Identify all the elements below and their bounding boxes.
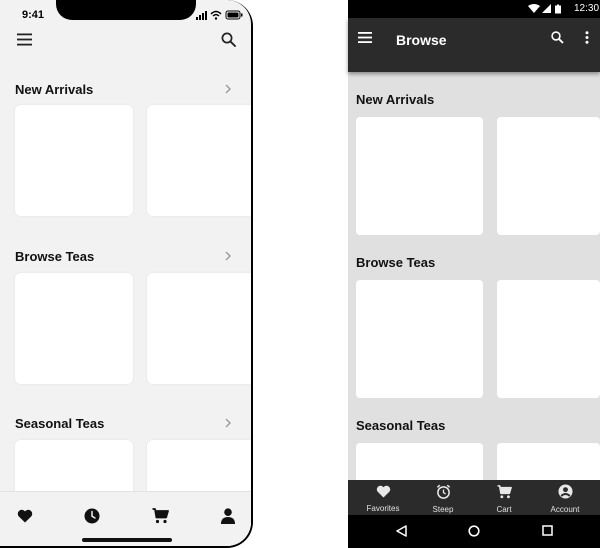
android-status-time: 12:30 — [574, 3, 600, 14]
cart-icon — [497, 485, 512, 499]
cart-icon[interactable] — [152, 508, 169, 524]
heart-icon[interactable] — [17, 509, 33, 523]
battery-icon — [555, 4, 561, 14]
ios-card[interactable] — [15, 105, 133, 216]
android-card[interactable] — [356, 280, 483, 398]
ios-status-time: 9:41 — [22, 9, 45, 21]
ios-card[interactable] — [147, 273, 251, 384]
android-card[interactable] — [356, 443, 483, 483]
search-icon[interactable] — [221, 32, 236, 47]
bottom-nav-label: Cart — [496, 505, 512, 514]
home-indicator[interactable] — [82, 538, 172, 542]
android-section-title-browse-teas: Browse Teas — [356, 255, 436, 270]
bottom-nav-steep[interactable]: Steep — [413, 480, 473, 515]
person-icon[interactable] — [221, 508, 235, 524]
ios-section-title-browse-teas: Browse Teas — [15, 249, 95, 264]
account-icon — [557, 484, 573, 499]
android-card[interactable] — [497, 117, 600, 235]
ios-card[interactable] — [15, 273, 133, 384]
search-icon[interactable] — [551, 31, 564, 44]
battery-icon — [225, 10, 243, 20]
recents-icon[interactable] — [542, 525, 553, 536]
chevron-right-icon[interactable] — [224, 418, 232, 428]
menu-icon[interactable] — [358, 32, 372, 43]
ios-card[interactable] — [147, 105, 251, 216]
wifi-icon — [210, 10, 222, 20]
android-app-bar — [348, 18, 600, 72]
ios-screen: 9:41 New Arrivals Browse Teas Seasonal T… — [0, 0, 251, 546]
back-icon[interactable] — [396, 525, 407, 537]
signal-icon — [196, 11, 207, 20]
android-card[interactable] — [497, 443, 600, 483]
home-icon[interactable] — [468, 525, 480, 537]
chevron-right-icon[interactable] — [224, 84, 232, 94]
ios-notch — [56, 0, 196, 20]
bottom-nav-account[interactable]: Account — [535, 480, 595, 515]
chevron-right-icon[interactable] — [224, 251, 232, 261]
ios-section-title-seasonal-teas: Seasonal Teas — [15, 416, 105, 431]
android-card[interactable] — [497, 280, 600, 398]
clock-icon[interactable] — [84, 508, 100, 524]
ios-section-title-new-arrivals: New Arrivals — [15, 82, 94, 97]
ios-status-icons — [196, 10, 243, 20]
heart-icon — [376, 485, 390, 498]
android-card[interactable] — [356, 117, 483, 235]
signal-icon — [542, 4, 551, 13]
android-app-title: Browse — [396, 32, 447, 48]
android-section-title-seasonal-teas: Seasonal Teas — [356, 418, 446, 433]
bottom-nav-label: Favorites — [366, 504, 400, 513]
bottom-nav-label: Account — [550, 505, 580, 514]
bottom-nav-favorites[interactable]: Favorites — [353, 480, 413, 515]
more-vert-icon[interactable] — [585, 31, 589, 44]
android-status-icons — [528, 4, 561, 14]
menu-icon[interactable] — [17, 33, 32, 46]
bottom-nav-cart[interactable]: Cart — [474, 480, 534, 515]
wifi-icon — [528, 4, 540, 13]
bottom-nav-label: Steep — [432, 505, 454, 514]
alarm-icon — [436, 484, 450, 499]
android-section-title-new-arrivals: New Arrivals — [356, 92, 435, 107]
